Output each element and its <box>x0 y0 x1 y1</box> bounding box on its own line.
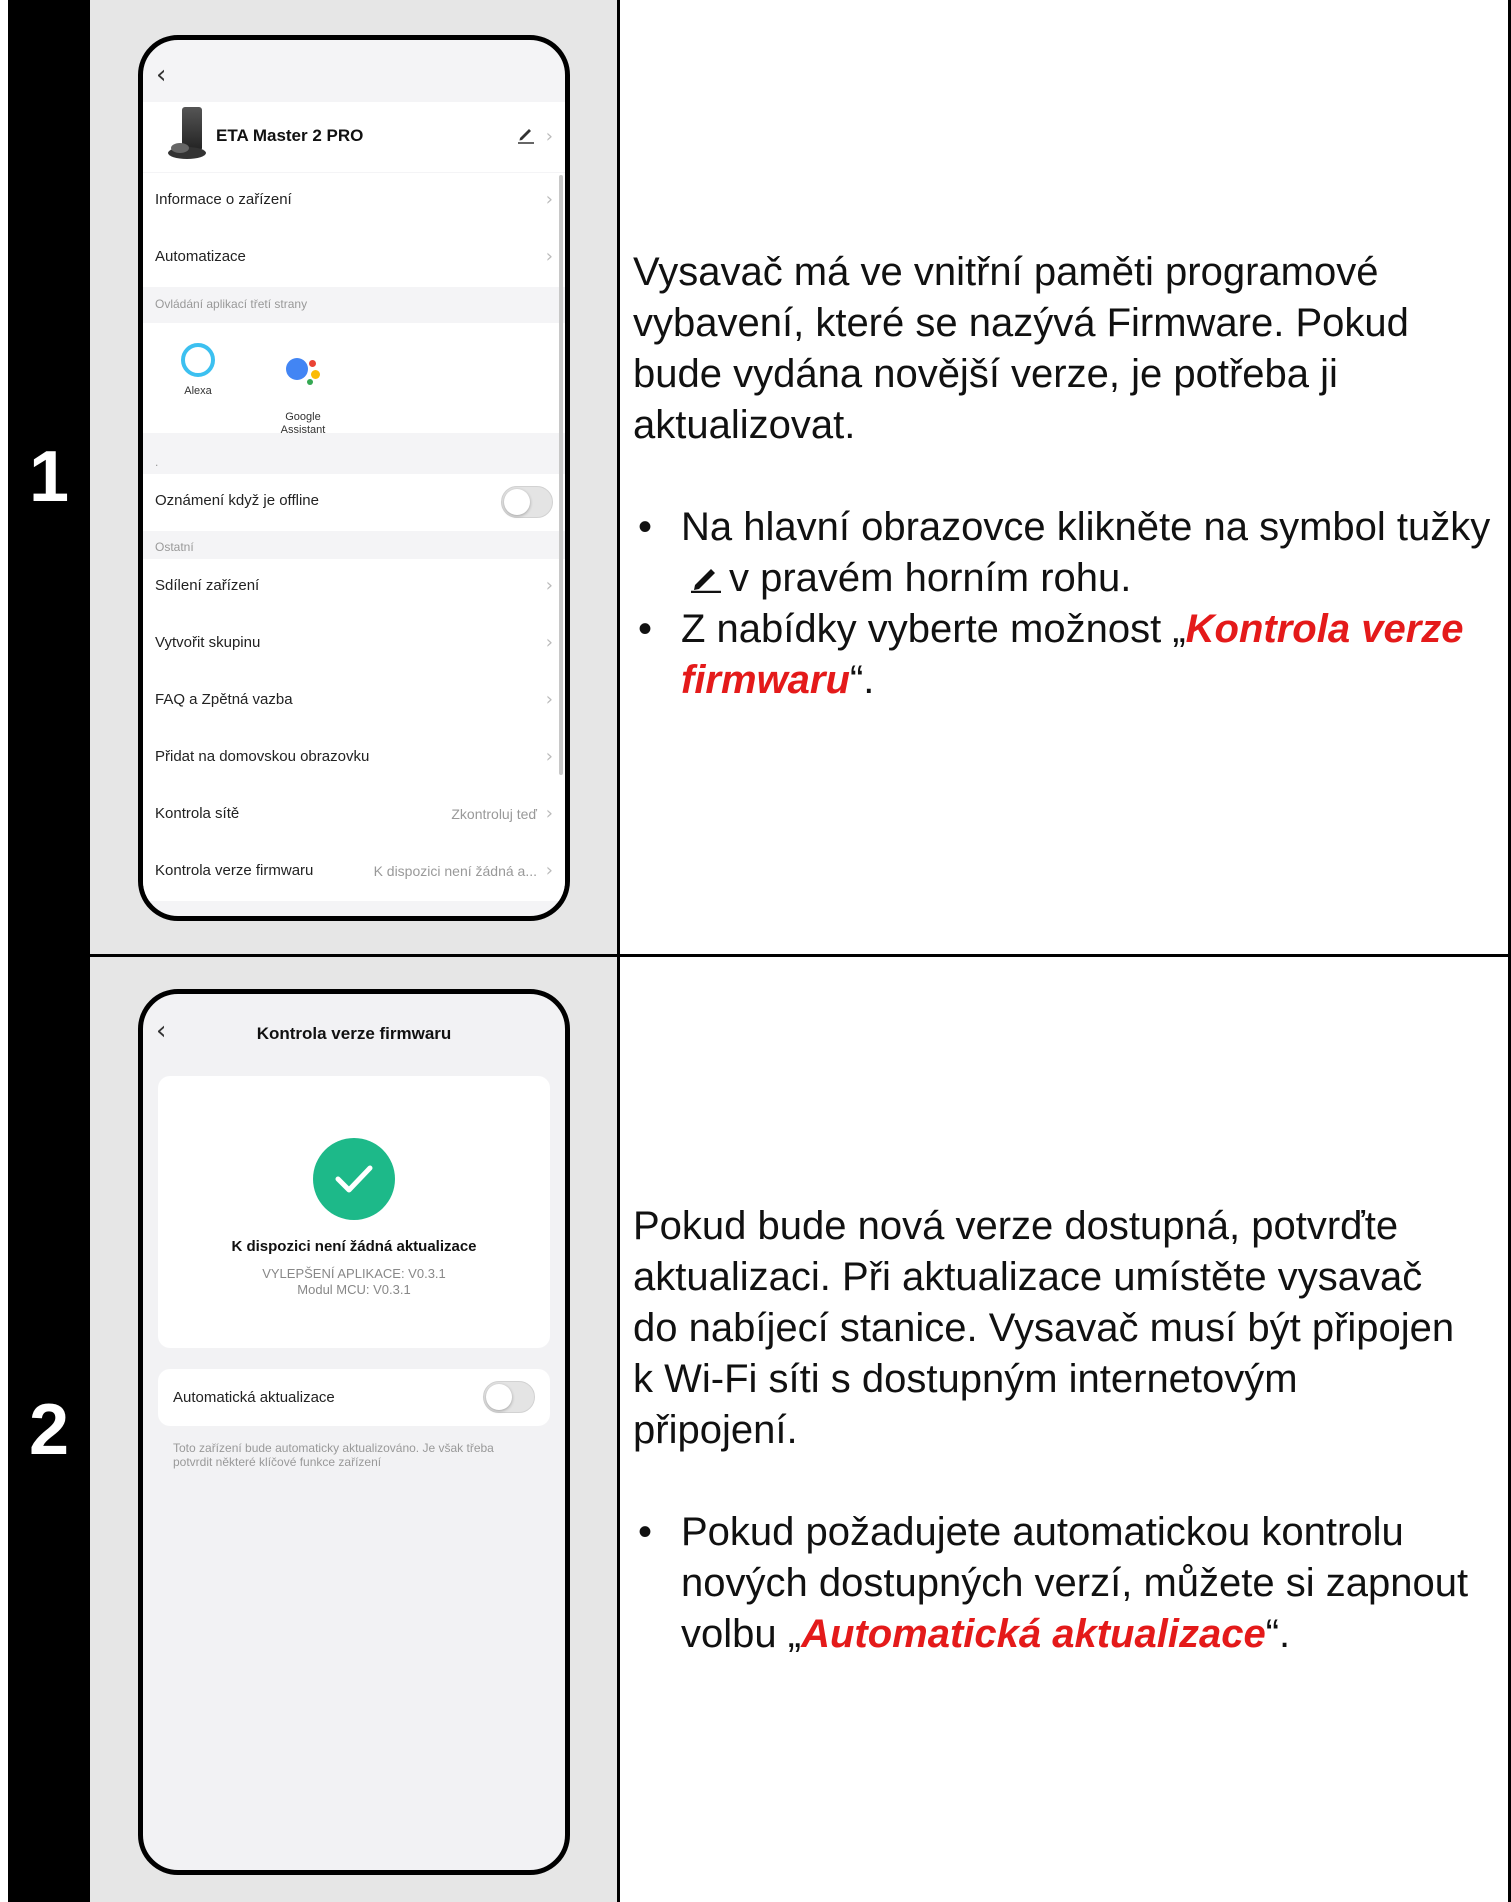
check-icon <box>313 1138 395 1220</box>
instruction-table: 1 ‹ ETA Master 2 PRO › Informace o zaříz… <box>8 0 1511 1902</box>
menu-item-label: Sdílení zařízení <box>155 577 260 594</box>
step-number: 2 <box>8 957 90 1902</box>
menu-item-label: Automatizace <box>155 248 246 265</box>
menu-item-label: Kontrola verze firmwaru <box>155 862 314 879</box>
menu-item-value: K dispozici není žádná a... <box>373 863 537 879</box>
section-empty: . <box>155 455 159 469</box>
instruction-text-column: Pokud bude nová verze dostupná, potvrďte… <box>623 957 1511 1902</box>
step-row-1: 1 ‹ ETA Master 2 PRO › Informace o zaříz… <box>8 0 1511 957</box>
screenshot-column: ‹ Kontrola verze firmwaru K dispozici ne… <box>90 957 620 1902</box>
page-title: Kontrola verze firmwaru <box>256 1024 452 1043</box>
phone-screenshot-firmware-check: ‹ Kontrola verze firmwaru K dispozici ne… <box>138 989 570 1875</box>
pencil-icon <box>691 569 721 593</box>
bullet-item: Pokud požadujete automatickou kontrolu n… <box>638 1507 1508 1660</box>
status-title: K dispozici není žádná aktualizace <box>231 1238 477 1255</box>
menu-item-create-group[interactable]: Vytvořit skupinu › <box>143 616 565 673</box>
chevron-right-icon: › <box>545 689 553 710</box>
menu-item-label: FAQ a Zpětná vazba <box>155 691 293 708</box>
phone-screenshot-device-settings: ‹ ETA Master 2 PRO › Informace o zařízen… <box>138 35 570 921</box>
chevron-right-icon: › <box>545 803 553 824</box>
menu-item-label: Přidat na domovskou obrazovku <box>155 748 370 765</box>
robot-vacuum-icon <box>168 107 206 165</box>
device-header[interactable]: ETA Master 2 PRO › <box>143 102 565 233</box>
instruction-paragraph: Pokud bude nová verze dostupná, potvrďte… <box>633 1204 1455 1452</box>
chevron-right-icon: › <box>545 189 553 210</box>
bullet-text: Z nabídky vyberte možnost „ <box>681 607 1186 651</box>
alexa-item[interactable]: Alexa <box>168 343 228 398</box>
auto-update-label: Automatická aktualizace <box>173 1389 335 1406</box>
bullet-text: “. <box>1265 1612 1291 1656</box>
mcu-version: Modul MCU: V0.3.1 <box>297 1282 411 1297</box>
google-assistant-item[interactable]: Google Assistant <box>268 343 338 437</box>
pencil-icon[interactable] <box>517 124 535 144</box>
bullet-text: v pravém horním rohu. <box>729 556 1132 600</box>
third-party-box: Alexa Google Assistant <box>143 323 565 436</box>
alexa-icon <box>181 343 215 377</box>
instruction-bullets: Pokud požadujete automatickou kontrolu n… <box>638 1507 1508 1660</box>
highlighted-option: Automatická aktualizace <box>801 1612 1266 1656</box>
toggle-icon[interactable] <box>501 486 553 518</box>
update-status-card: K dispozici není žádná aktualizace VYLEP… <box>158 1076 550 1348</box>
menu-item-automation[interactable]: Automatizace › <box>143 230 565 287</box>
chevron-right-icon: › <box>545 746 553 767</box>
back-icon[interactable]: ‹ <box>156 60 166 90</box>
auto-update-row: Automatická aktualizace <box>158 1369 550 1426</box>
menu-item-device-info[interactable]: Informace o zařízení › <box>143 173 565 230</box>
menu-item-label: Oznámení když je offline <box>155 492 319 509</box>
section-other: Ostatní <box>155 540 194 554</box>
menu-item-firmware-check[interactable]: Kontrola verze firmwaru K dispozici není… <box>143 844 565 901</box>
toggle-icon[interactable] <box>483 1381 535 1413</box>
google-assistant-icon <box>283 356 323 390</box>
step-number: 1 <box>8 0 90 954</box>
chevron-right-icon: › <box>545 575 553 596</box>
screenshot-column: ‹ ETA Master 2 PRO › Informace o zařízen… <box>90 0 620 954</box>
menu-item-label: Kontrola sítě <box>155 805 240 822</box>
menu-item-value: Zkontroluj teď <box>451 806 537 822</box>
alexa-label: Alexa <box>184 385 212 397</box>
instruction-text-column: Vysavač má ve vnitřní paměti programové … <box>623 0 1511 954</box>
scrollbar[interactable] <box>559 175 563 775</box>
menu-item-share[interactable]: Sdílení zařízení › <box>143 559 565 616</box>
chevron-right-icon: › <box>545 246 553 267</box>
google-assistant-label: Google Assistant <box>280 411 326 436</box>
device-name: ETA Master 2 PRO <box>216 126 364 145</box>
chevron-right-icon: › <box>545 632 553 653</box>
app-version: VYLEPŠENÍ APLIKACE: V0.3.1 <box>262 1266 446 1281</box>
bullet-text: Na hlavní obrazovce klikněte na symbol t… <box>681 505 1491 549</box>
menu-item-label: Vytvořit skupinu <box>155 634 261 651</box>
bullet-text: “. <box>849 658 875 702</box>
menu-item-offline-notification: Oznámení když je offline <box>143 474 565 531</box>
instruction-paragraph: Vysavač má ve vnitřní paměti programové … <box>633 250 1409 447</box>
menu-item-label: Informace o zařízení <box>155 191 292 208</box>
menu-item-network-check[interactable]: Kontrola sítě Zkontroluj teď › <box>143 787 565 844</box>
chevron-right-icon: › <box>545 126 553 147</box>
instruction-bullets: Na hlavní obrazovce klikněte na symbol t… <box>638 502 1498 706</box>
menu-item-home-screen[interactable]: Přidat na domovskou obrazovku › <box>143 730 565 787</box>
auto-update-note: Toto zařízení bude automaticky aktualizo… <box>173 1441 494 1469</box>
step-row-2: 2 ‹ Kontrola verze firmwaru K dispozici … <box>8 957 1511 1902</box>
chevron-right-icon: › <box>545 860 553 881</box>
section-third-party: Ovládání aplikací třetí strany <box>155 297 308 311</box>
bullet-item: Z nabídky vyberte možnost „Kontrola verz… <box>638 604 1498 706</box>
menu-item-faq[interactable]: FAQ a Zpětná vazba › <box>143 673 565 730</box>
bullet-item: Na hlavní obrazovce klikněte na symbol t… <box>638 502 1498 604</box>
